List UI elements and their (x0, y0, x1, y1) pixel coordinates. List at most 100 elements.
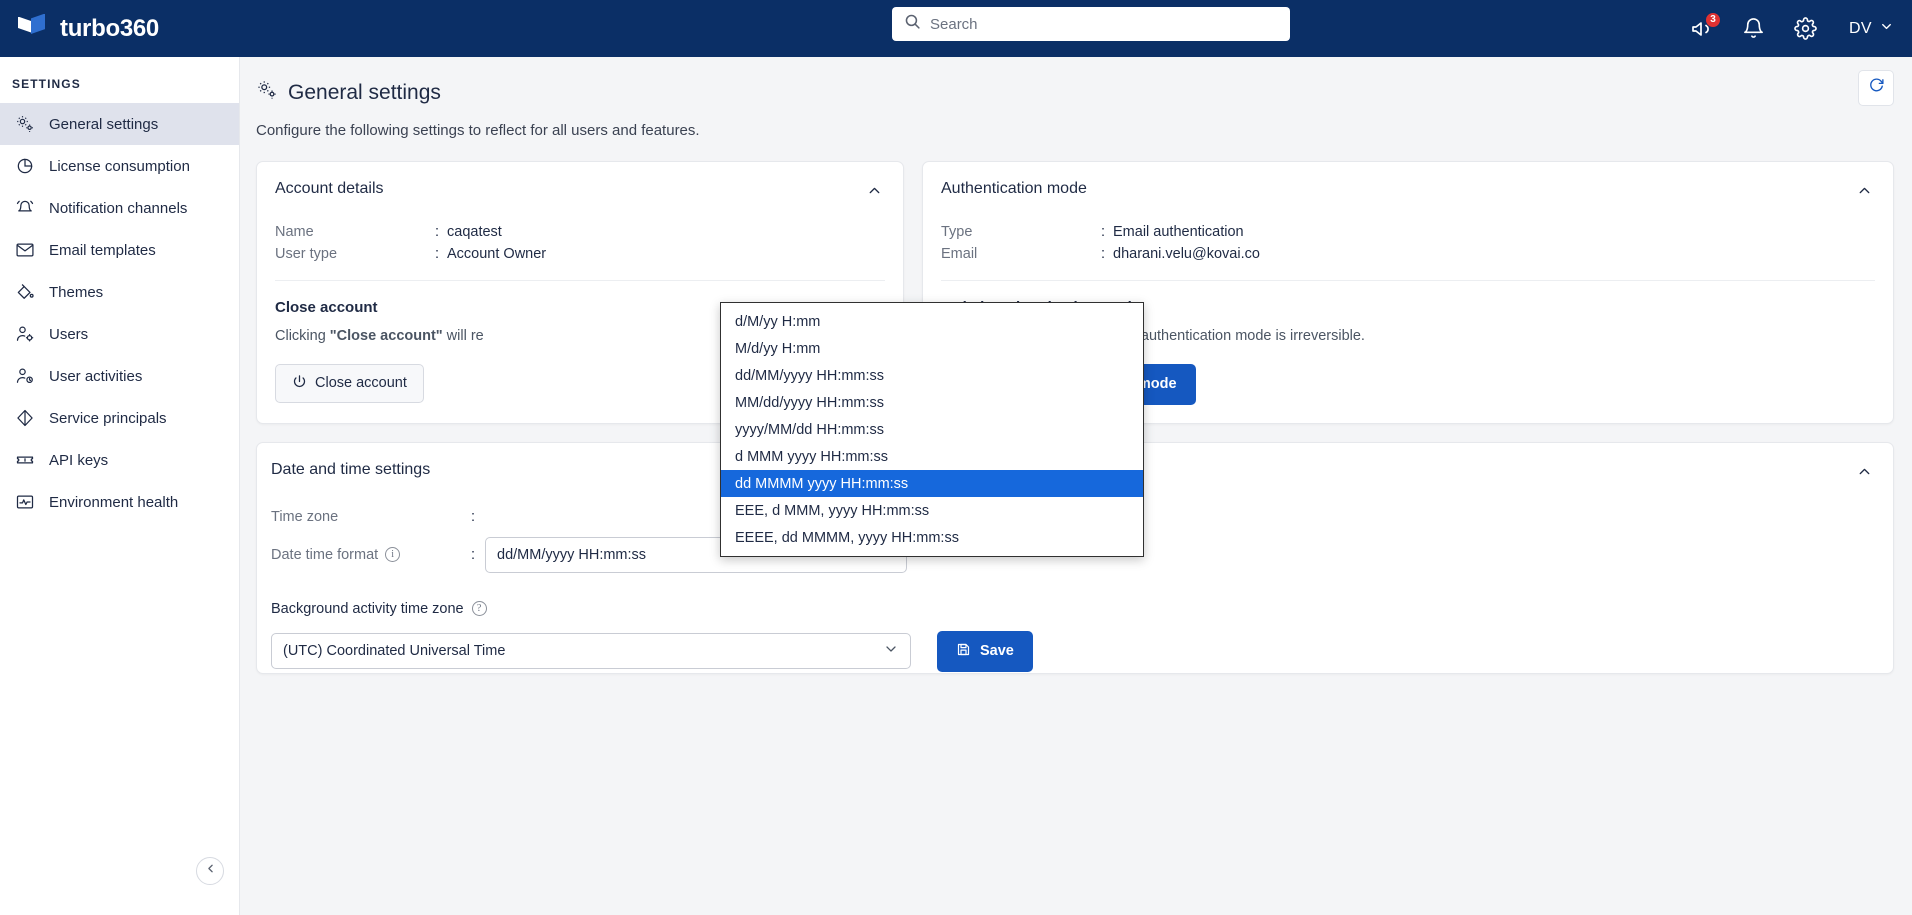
dropdown-option-selected[interactable]: dd MMMM yyyy HH:mm:ss (721, 470, 1143, 497)
user-clock-icon (14, 366, 35, 387)
power-icon (292, 374, 307, 393)
megaphone-icon[interactable]: 3 (1689, 11, 1721, 42)
envelope-icon (14, 240, 35, 261)
sidebar-item-service-principals[interactable]: Service principals (0, 397, 239, 439)
user-gear-icon (14, 324, 35, 345)
field-value: caqatest (447, 224, 502, 240)
search-input[interactable] (930, 15, 1278, 33)
diamond-icon (14, 408, 35, 429)
sidebar-item-api-keys[interactable]: API keys (0, 439, 239, 481)
notification-badge: 3 (1704, 11, 1721, 28)
sidebar-item-general-settings[interactable]: General settings (0, 103, 239, 145)
field-value: Email authentication (1113, 224, 1244, 240)
sidebar-item-notification-channels[interactable]: Notification channels (0, 187, 239, 229)
search-icon (904, 13, 921, 35)
sidebar-item-email-templates[interactable]: Email templates (0, 229, 239, 271)
background-timezone-value: (UTC) Coordinated Universal Time (283, 643, 506, 660)
card-title: Account details (275, 180, 384, 197)
field-label: Name (275, 224, 314, 240)
header-icons: 3 DV (1689, 0, 1894, 57)
sidebar-item-users[interactable]: Users (0, 313, 239, 355)
dropdown-option[interactable]: M/d/yy H:mm (721, 335, 1143, 362)
brand-label: turbo360 (60, 14, 159, 42)
background-timezone-label-text: Background activity time zone (271, 600, 464, 617)
gear-icon[interactable] (1793, 16, 1819, 42)
dropdown-option[interactable]: d/M/yy H:mm (721, 308, 1143, 335)
field-separator: : (471, 546, 476, 563)
chevron-down-icon (883, 641, 899, 661)
bell-icon[interactable] (1741, 16, 1767, 42)
turbo360-logo-icon (18, 13, 48, 44)
dropdown-option[interactable]: d MMM yyyy HH:mm:ss (721, 443, 1143, 470)
main-content: General settings Configure the following… (240, 57, 1912, 915)
sidebar-item-user-activities[interactable]: User activities (0, 355, 239, 397)
paint-bucket-icon (14, 282, 35, 303)
sidebar-item-label: API keys (49, 451, 109, 469)
auth-type-row: Type : Email authentication (923, 206, 1893, 240)
field-separator: : (435, 246, 440, 262)
page-title: General settings (288, 80, 441, 104)
field-separator: : (1101, 246, 1106, 262)
close-account-button[interactable]: Close account (275, 363, 424, 403)
user-menu[interactable]: DV (1849, 19, 1894, 39)
date-time-format-label: Date time format i (271, 547, 471, 563)
field-value: dharani.velu@kovai.co (1113, 246, 1260, 262)
chevron-up-icon[interactable] (1854, 461, 1875, 487)
date-time-format-value: dd/MM/yyyy HH:mm:ss (497, 546, 647, 563)
field-value: Account Owner (447, 246, 547, 262)
help-circle-icon[interactable]: ? (471, 601, 487, 617)
account-name-row: Name : caqatest (257, 206, 903, 240)
sidebar: SETTINGS General settings License consum… (0, 57, 240, 915)
search-box[interactable] (892, 7, 1290, 41)
sidebar-title: SETTINGS (12, 77, 81, 91)
field-label: Type (941, 224, 973, 240)
card-title: Authentication mode (941, 180, 1087, 197)
sidebar-item-environment-health[interactable]: Environment health (0, 481, 239, 523)
field-separator: : (435, 224, 440, 240)
field-label: User type (275, 246, 338, 262)
dropdown-option[interactable]: yyyy/MM/dd HH:mm:ss (721, 416, 1143, 443)
auth-email-row: Email : dharani.velu@kovai.co (923, 240, 1893, 262)
field-separator: : (471, 508, 476, 525)
sidebar-collapse-button[interactable] (196, 857, 224, 885)
info-icon[interactable]: i (385, 547, 401, 563)
sidebar-item-label: Service principals (49, 409, 167, 427)
brand[interactable]: turbo360 (0, 13, 300, 44)
date-time-format-dropdown[interactable]: d/M/yy H:mm M/d/yy H:mm dd/MM/yyyy HH:mm… (720, 302, 1144, 557)
time-zone-label: Time zone (271, 508, 339, 525)
dropdown-option[interactable]: MM/dd/yyyy HH:mm:ss (721, 389, 1143, 416)
page-header: General settings (240, 57, 1912, 106)
sidebar-item-label: User activities (49, 367, 143, 385)
refresh-button[interactable] (1858, 70, 1894, 106)
background-timezone-select[interactable]: (UTC) Coordinated Universal Time (271, 633, 911, 670)
sidebar-item-label: Notification channels (49, 199, 188, 217)
sidebar-item-label: License consumption (49, 157, 190, 175)
chevron-up-icon[interactable] (864, 180, 885, 206)
page-subtitle: Configure the following settings to refl… (256, 122, 700, 139)
dropdown-option[interactable]: EEEE, dd MMMM, yyyy HH:mm:ss (721, 524, 1143, 551)
authentication-mode-header: Authentication mode (923, 162, 1893, 206)
ticket-icon (14, 450, 35, 471)
card-title: Date and time settings (271, 460, 431, 478)
chevron-down-icon (1879, 19, 1894, 39)
save-button[interactable]: Save (937, 630, 1033, 672)
close-account-button-label: Close account (315, 375, 407, 392)
sidebar-item-license-consumption[interactable]: License consumption (0, 145, 239, 187)
sidebar-item-themes[interactable]: Themes (0, 271, 239, 313)
gears-icon (14, 114, 35, 135)
top-bar: turbo360 3 (0, 0, 1912, 57)
dropdown-option[interactable]: dd/MM/yyyy HH:mm:ss (721, 362, 1143, 389)
account-usertype-row: User type : Account Owner (257, 240, 903, 262)
account-details-header: Account details (257, 162, 903, 206)
dropdown-option[interactable]: EEE, d MMM, yyyy HH:mm:ss (721, 497, 1143, 524)
field-label: Email (941, 246, 978, 262)
save-button-label: Save (980, 643, 1014, 660)
chevron-left-icon (204, 862, 217, 880)
sidebar-item-label: Themes (49, 283, 104, 301)
background-timezone-label: Background activity time zone ? (257, 573, 1893, 617)
date-time-format-label-text: Date time format (271, 546, 379, 563)
chevron-up-icon[interactable] (1854, 180, 1875, 206)
pulse-icon (14, 492, 35, 513)
avatar: DV (1848, 19, 1872, 37)
bell-ring-icon (14, 198, 35, 219)
